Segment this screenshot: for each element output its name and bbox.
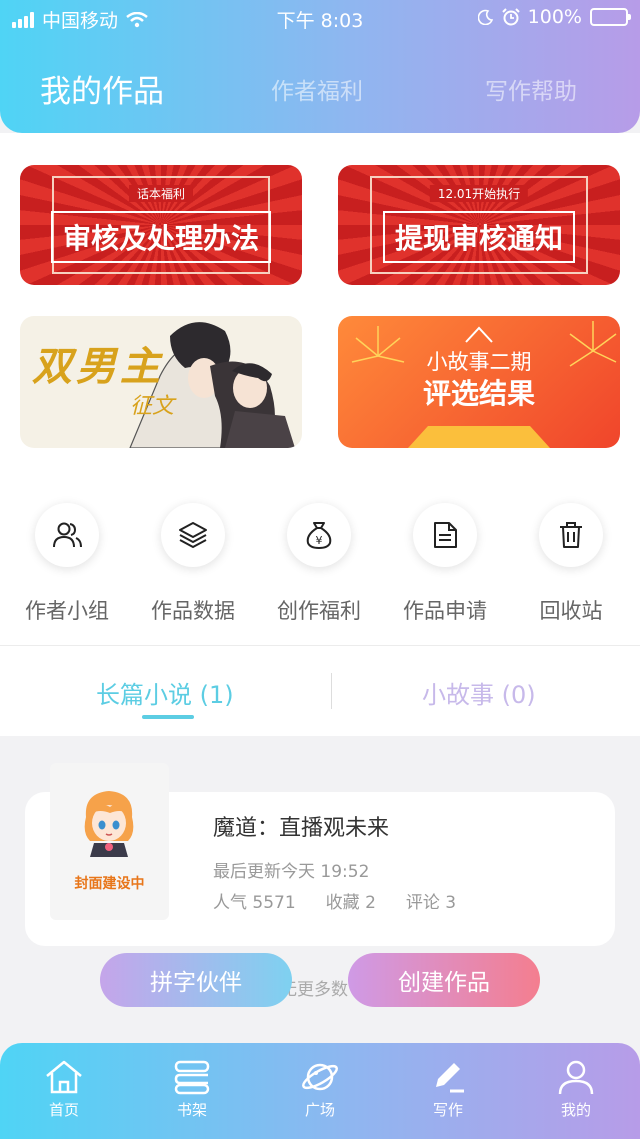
battery-icon bbox=[590, 8, 631, 26]
pen-icon bbox=[436, 1063, 464, 1093]
tab-label: 我的 bbox=[560, 1101, 591, 1119]
favorites-count: 收藏 2 bbox=[325, 893, 376, 913]
home-icon bbox=[46, 1060, 82, 1094]
tab-separator bbox=[331, 673, 332, 709]
tab-my-works[interactable]: 我的作品 bbox=[40, 66, 164, 111]
moon-icon bbox=[477, 9, 493, 25]
menu-author-group[interactable]: 作者小组 bbox=[4, 503, 130, 625]
tab-label: 书架 bbox=[176, 1101, 207, 1119]
banner-small-text: 话本福利 bbox=[128, 185, 194, 202]
tab-mine[interactable]: 我的 bbox=[512, 1059, 640, 1120]
menu-label: 回收站 bbox=[539, 599, 603, 623]
layers-icon bbox=[179, 522, 207, 549]
menu-label: 创作福利 bbox=[277, 599, 361, 623]
tab-writing-help[interactable]: 写作帮助 bbox=[485, 72, 577, 106]
header-tabs: 我的作品 作者福利 写作帮助 bbox=[0, 72, 640, 120]
tab-home[interactable]: 首页 bbox=[0, 1059, 128, 1120]
bottom-tab-bar: 首页 书架 广场 写作 我的 bbox=[0, 1043, 640, 1139]
divider bbox=[0, 645, 640, 646]
app-header: 中国移动 下午 8:03 100% 我的作品 作者福利 写作帮助 bbox=[0, 0, 640, 133]
banner-title: 双男主 bbox=[32, 343, 164, 390]
clock: 下午 8:03 bbox=[276, 10, 364, 32]
svg-text:¥: ¥ bbox=[316, 534, 323, 547]
popularity-count: 人气 5571 bbox=[213, 893, 296, 913]
work-stats: 人气 5571 收藏 2 评论 3 bbox=[213, 888, 456, 913]
battery-percent: 100% bbox=[527, 6, 582, 28]
work-type-tabs: 长篇小说 (1) 小故事 (0) bbox=[0, 653, 640, 733]
cover-placeholder-illustration bbox=[84, 791, 134, 857]
money-bag-icon: ¥ bbox=[306, 522, 332, 550]
menu-work-application[interactable]: 作品申请 bbox=[382, 503, 508, 625]
document-icon bbox=[434, 522, 457, 548]
main-panel: 话本福利 审核及处理办法 12.01开始执行 提现审核通知 双男主 征文 小故事… bbox=[0, 133, 640, 736]
banner-big-text: 提现审核通知 bbox=[382, 211, 576, 263]
comments-count: 评论 3 bbox=[405, 893, 457, 913]
status-bar: 中国移动 下午 8:03 100% bbox=[12, 6, 631, 32]
carrier-label: 中国移动 bbox=[42, 10, 119, 32]
alarm-icon bbox=[501, 8, 520, 26]
user-icon bbox=[558, 1060, 594, 1095]
tab-write[interactable]: 写作 bbox=[384, 1059, 512, 1120]
tab-long-novel[interactable]: 长篇小说 (1) bbox=[96, 675, 234, 710]
signal-icon bbox=[12, 11, 34, 28]
banner-bl-contest[interactable]: 双男主 征文 bbox=[20, 316, 302, 448]
tab-label: 首页 bbox=[48, 1101, 79, 1119]
banner-big-text: 审核及处理办法 bbox=[50, 211, 272, 263]
work-cover[interactable]: 封面建设中 bbox=[50, 763, 169, 920]
banner-subtitle: 征文 bbox=[130, 394, 175, 419]
wifi-icon bbox=[126, 11, 148, 27]
banner-small-text: 12.01开始执行 bbox=[429, 185, 529, 202]
tab-author-benefits[interactable]: 作者福利 bbox=[271, 72, 363, 106]
active-tab-indicator bbox=[142, 715, 194, 719]
work-updated: 最后更新今天 19:52 bbox=[213, 862, 370, 882]
writing-partner-button[interactable]: 拼字伙伴 bbox=[100, 953, 292, 1007]
banner-line2: 评选结果 bbox=[422, 377, 535, 410]
menu-label: 作品申请 bbox=[403, 599, 487, 623]
menu-label: 作品数据 bbox=[151, 599, 235, 623]
bookshelf-icon bbox=[174, 1060, 210, 1095]
menu-work-data[interactable]: 作品数据 bbox=[130, 503, 256, 625]
banner-withdraw-notice[interactable]: 12.01开始执行 提现审核通知 bbox=[338, 165, 620, 285]
work-title: 魔道：直播观未来 bbox=[213, 816, 390, 841]
banner-review-rules[interactable]: 话本福利 审核及处理办法 bbox=[20, 165, 302, 285]
menu-recycle-bin[interactable]: 回收站 bbox=[508, 503, 634, 625]
create-work-button[interactable]: 创建作品 bbox=[348, 953, 540, 1007]
tab-label: 广场 bbox=[304, 1101, 335, 1119]
banner-story-results[interactable]: 小故事二期 评选结果 bbox=[338, 316, 620, 448]
menu-creation-benefits[interactable]: ¥ 创作福利 bbox=[256, 503, 382, 625]
group-icon bbox=[53, 522, 82, 548]
planet-icon bbox=[302, 1063, 338, 1091]
quick-menu: 作者小组 作品数据 ¥ 创作福利 作品申请 回收站 bbox=[0, 503, 640, 633]
cover-label: 封面建设中 bbox=[74, 876, 145, 892]
tab-plaza[interactable]: 广场 bbox=[256, 1059, 384, 1120]
tab-bookshelf[interactable]: 书架 bbox=[128, 1059, 256, 1120]
trash-icon bbox=[560, 522, 582, 548]
menu-label: 作者小组 bbox=[25, 599, 109, 623]
tab-label: 写作 bbox=[432, 1101, 463, 1119]
tab-short-story[interactable]: 小故事 (0) bbox=[422, 675, 536, 710]
